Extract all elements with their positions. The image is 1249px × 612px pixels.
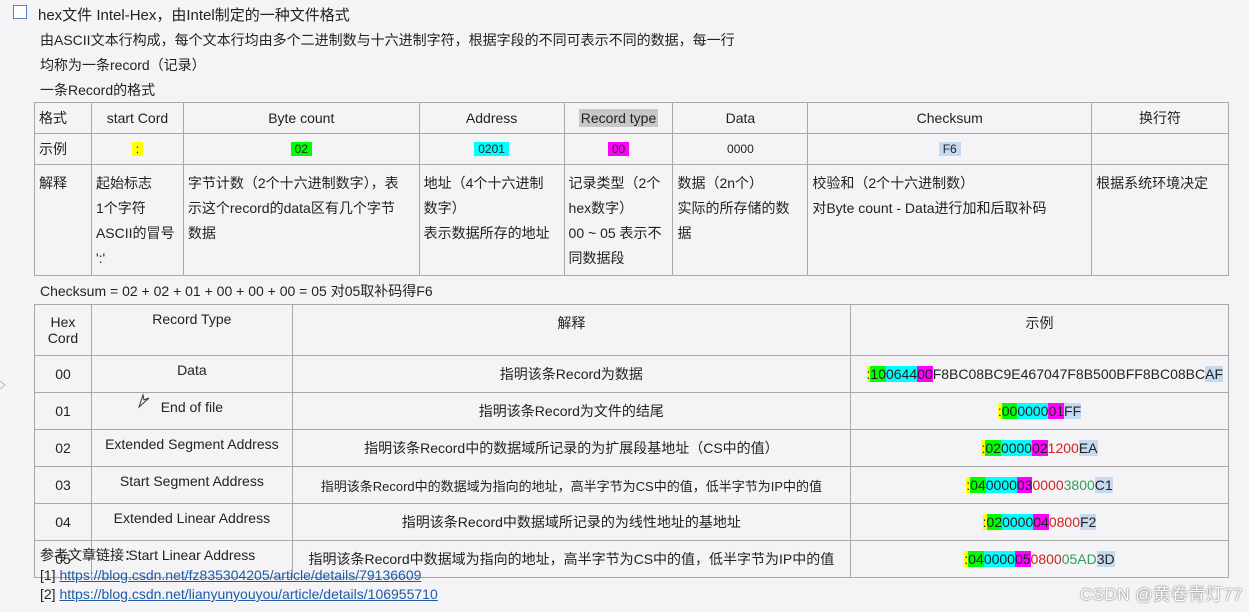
rec-example: :020000021200EA <box>850 429 1229 467</box>
explain-recordtype: 记录类型（2个 hex数字） 00 ~ 05 表示不 同数据段 <box>563 164 674 276</box>
mouse-pointer-icon <box>137 393 150 409</box>
example-checksum: F6 <box>807 133 1093 165</box>
references-label: 参考文章链接： <box>40 547 138 563</box>
format-header-bytecount: Byte count <box>182 102 420 134</box>
explain-label: 解释 <box>34 164 92 276</box>
rec-desc: 指明该条Record为数据 <box>291 355 852 393</box>
rec-example: :0400000300003800C1 <box>850 466 1229 504</box>
collapse-arrow-icon[interactable] <box>0 380 6 390</box>
rec-example: :04000005080005AD3D <box>850 540 1229 578</box>
example-recordtype: 00 <box>563 133 674 165</box>
todo-checkbox[interactable] <box>13 5 27 19</box>
example-data: 0000 <box>672 133 809 165</box>
reference-link-2[interactable]: https://blog.csdn.net/lianyunyouyou/arti… <box>59 586 437 602</box>
rec-header-type: Record Type <box>90 304 293 356</box>
rec-code: 04 <box>34 503 92 541</box>
intro-line-2: 均称为一条record（记录） <box>40 57 206 73</box>
record-format-table: 格式 start Cord Byte count Address Record … <box>34 102 1229 276</box>
watermark: CSDN @黄卷青灯77 <box>1079 585 1243 604</box>
rec-type: Data <box>90 355 293 393</box>
format-header-checksum: Checksum <box>807 102 1093 134</box>
rec-code: 00 <box>34 355 92 393</box>
rec-example: :00000001FF <box>850 392 1229 430</box>
rec-desc: 指明该条Record中的数据域为指向的地址，高半字节为CS中的值，低半字节为IP… <box>291 466 852 504</box>
explain-checksum: 校验和（2个十六进制数） 对Byte count - Data进行加和后取补码 <box>807 164 1093 276</box>
example-address: 0201 <box>418 133 565 165</box>
explain-address: 地址（4个十六进制 数字） 表示数据所存的地址 <box>418 164 565 276</box>
intro-line-1: 由ASCII文本行构成，每个文本行均由多个二进制数与十六进制字符，根据字段的不同… <box>40 32 735 48</box>
rec-type: Extended Linear Address <box>90 503 293 541</box>
checksum-note: Checksum = 02 + 02 + 01 + 00 + 00 + 00 =… <box>40 283 433 299</box>
rec-desc: 指明该条Record中的数据域所记录的为扩展段基地址（CS中的值） <box>291 429 852 467</box>
example-newline <box>1091 133 1229 165</box>
explain-data: 数据（2n个） 实际的所存储的数 据 <box>672 164 809 276</box>
rec-desc: 指明该条Record中数据域所记录的为线性地址的基地址 <box>291 503 852 541</box>
rec-desc: 指明该条Record为文件的结尾 <box>291 392 852 430</box>
example-label: 示例 <box>34 133 92 165</box>
rec-header-code: Hex Cord <box>34 304 92 356</box>
rec-code: 03 <box>34 466 92 504</box>
explain-start: 起始标志 1个字符 ASCII的冒号 ':' <box>90 164 184 276</box>
rec-type: Extended Segment Address <box>90 429 293 467</box>
format-header-data: Data <box>672 102 809 134</box>
rec-header-desc: 解释 <box>291 304 852 356</box>
format-header-start: start Cord <box>90 102 184 134</box>
format-header-recordtype: Record type <box>563 102 674 134</box>
record-types-table: Hex Cord Record Type 解释 示例 00 Data 指明该条R… <box>34 304 1229 578</box>
rec-type: End of file <box>90 392 293 430</box>
reference-1: [1] https://blog.csdn.net/fz835304205/ar… <box>40 567 422 583</box>
page-title: hex文件 Intel-Hex，由Intel制定的一种文件格式 <box>38 7 350 24</box>
rec-header-example: 示例 <box>850 304 1229 356</box>
reference-link-1[interactable]: https://blog.csdn.net/fz835304205/articl… <box>59 567 421 583</box>
rec-example: :020000040800F2 <box>850 503 1229 541</box>
example-start: : <box>90 133 184 165</box>
explain-bytecount: 字节计数（2个十六进制数字），表 示这个record的data区有几个字节 数据 <box>182 164 420 276</box>
format-header-newline: 换行符 <box>1091 102 1229 134</box>
explain-newline: 根据系统环境决定 <box>1091 164 1229 276</box>
format-subtitle: 一条Record的格式 <box>40 82 156 98</box>
rec-example: :10064400F8BC08BC9E467047F8B500BFF8BC08B… <box>850 355 1229 393</box>
rec-code: 01 <box>34 392 92 430</box>
example-bytecount: 02 <box>182 133 420 165</box>
rec-code: 02 <box>34 429 92 467</box>
format-header-0: 格式 <box>34 102 92 134</box>
rec-type: Start Segment Address <box>90 466 293 504</box>
format-header-address: Address <box>418 102 565 134</box>
reference-2: [2] https://blog.csdn.net/lianyunyouyou/… <box>40 586 438 602</box>
